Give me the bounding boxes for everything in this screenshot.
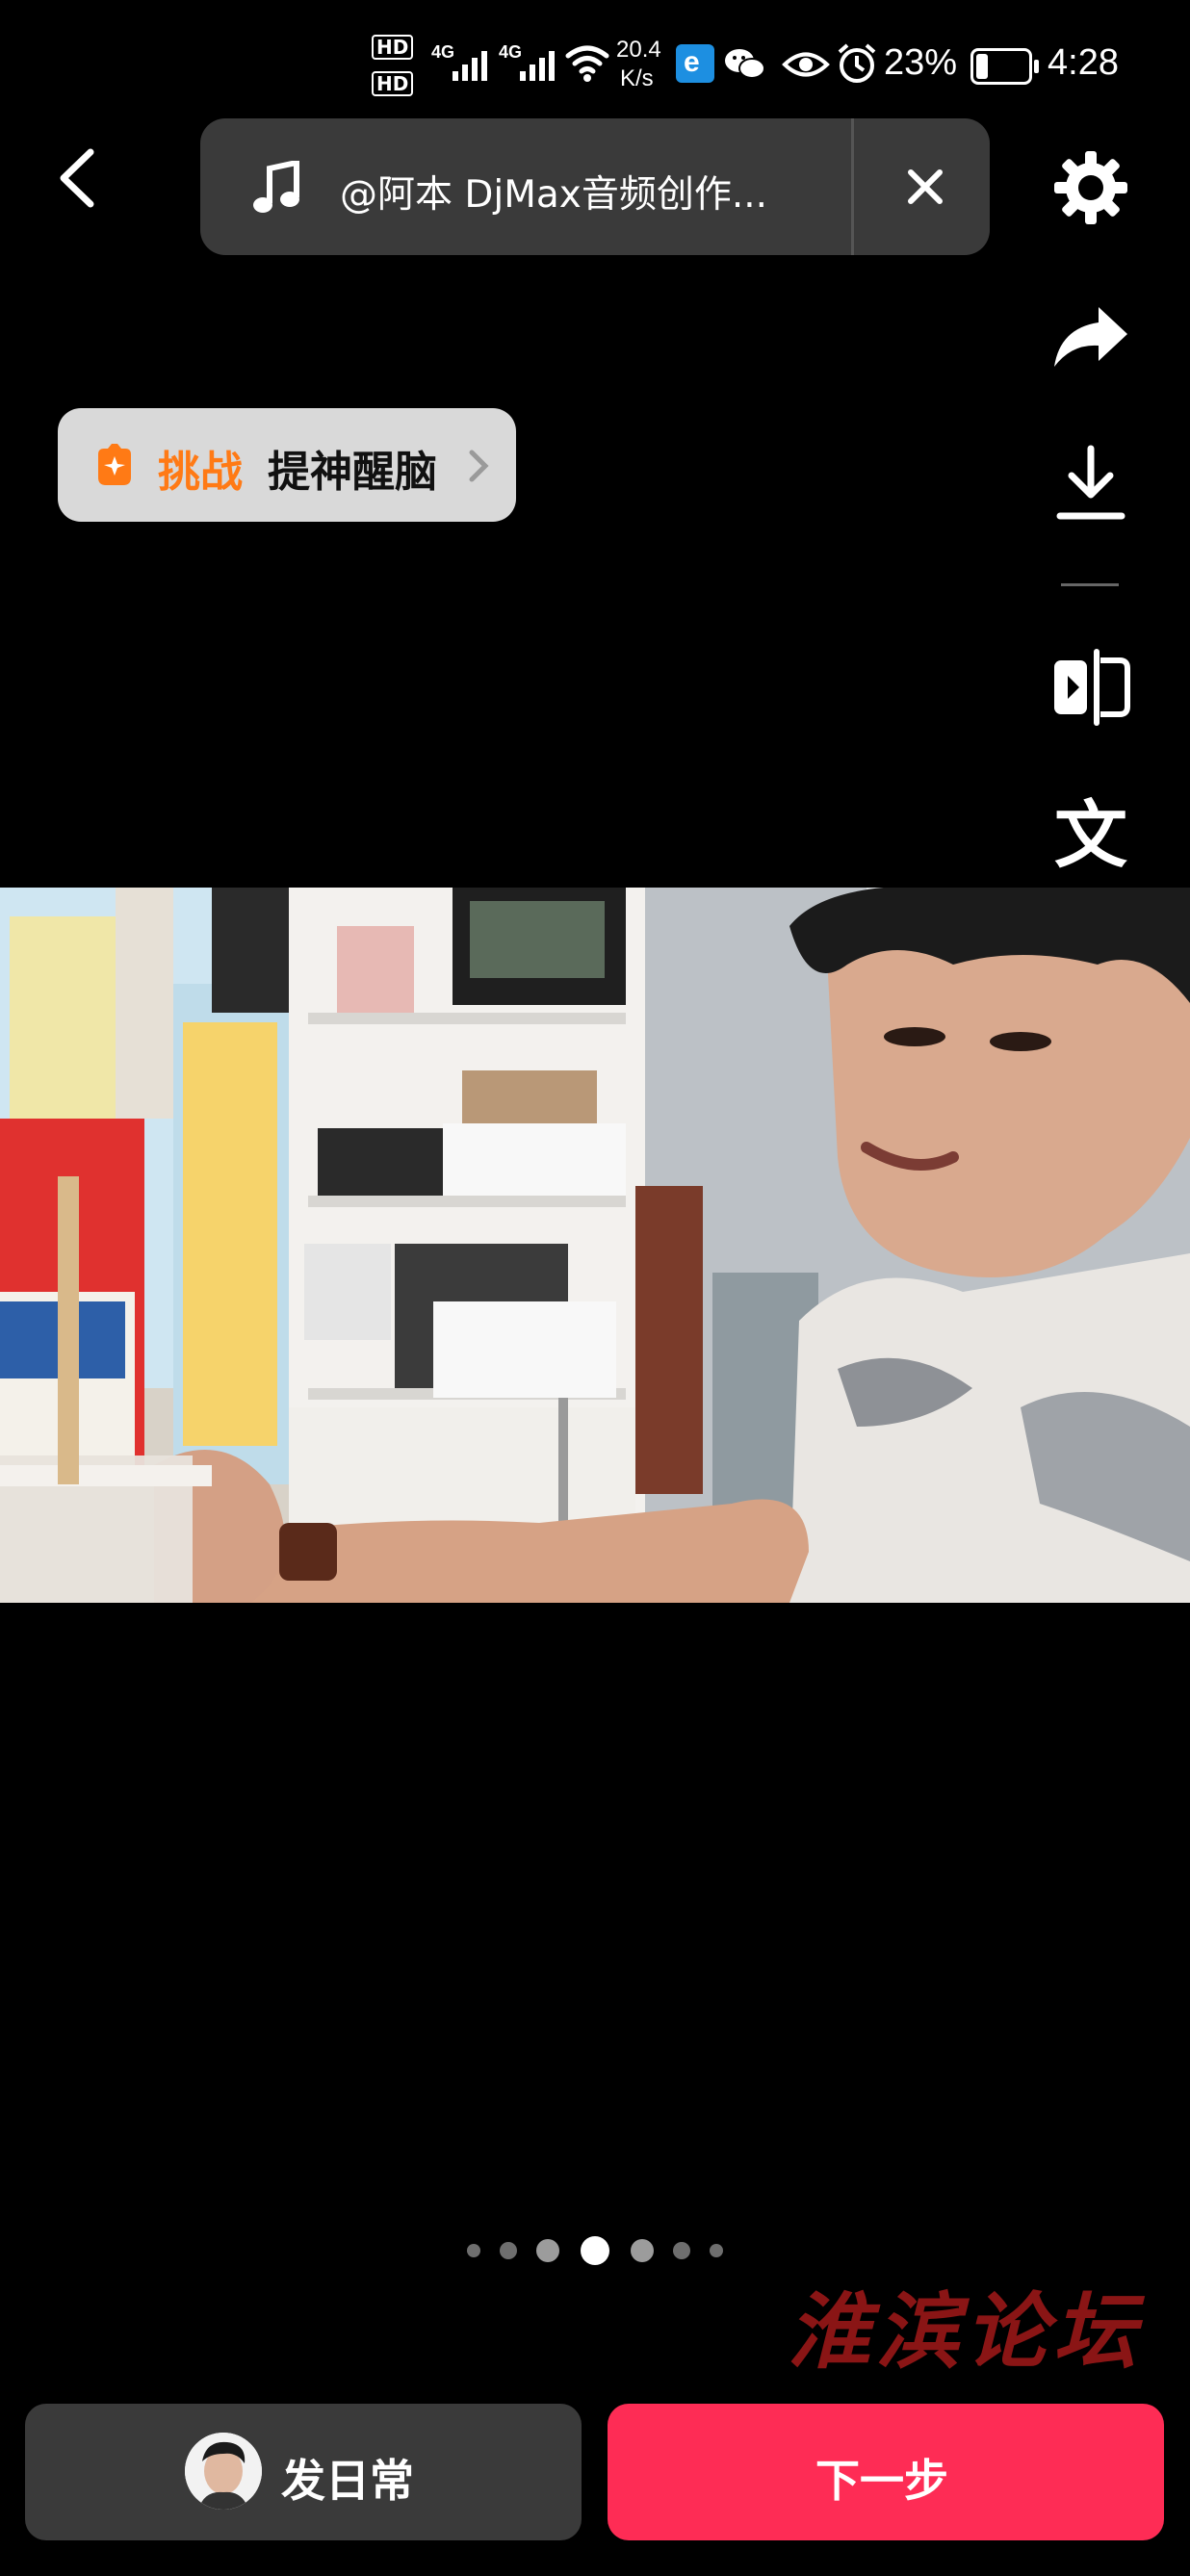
- battery-icon: [970, 48, 1039, 85]
- watermark-logo: 淮滨论坛: [788, 2283, 1142, 2381]
- chevron-right-icon: [469, 450, 489, 482]
- page-dot: [467, 2244, 480, 2257]
- page-dot: [710, 2244, 723, 2257]
- network-type-2: 4G: [499, 42, 523, 62]
- share-button[interactable]: [1049, 298, 1132, 375]
- close-icon[interactable]: [901, 163, 949, 211]
- flip-button[interactable]: [1049, 647, 1132, 728]
- clock: 4:28: [1048, 42, 1119, 83]
- hd-tag-2: HD: [372, 71, 414, 96]
- video-frame-image: [0, 888, 1190, 1603]
- gear-icon: [1054, 151, 1127, 224]
- post-daily-label: 发日常: [281, 2455, 414, 2507]
- app-notification-icon: e: [676, 44, 714, 83]
- avatar: [185, 2433, 262, 2510]
- flip-icon: [1054, 649, 1130, 726]
- challenge-icon: [98, 444, 131, 485]
- download-icon: [1056, 445, 1125, 520]
- pill-divider: [851, 118, 854, 255]
- hd-tag-1: HD: [372, 35, 414, 60]
- music-selector[interactable]: @阿本 DjMax音频创作...: [200, 118, 990, 255]
- back-icon[interactable]: [54, 144, 102, 212]
- battery-percent: 23%: [884, 42, 958, 83]
- next-step-label: 下一步: [815, 2455, 948, 2507]
- music-title: @阿本 DjMax音频创作...: [340, 173, 768, 217]
- page-dot: [536, 2239, 559, 2262]
- challenge-name: 提神醒脑: [268, 448, 437, 497]
- next-step-button[interactable]: 下一步: [608, 2404, 1164, 2540]
- text-button[interactable]: 文: [1049, 795, 1132, 876]
- post-daily-button[interactable]: 发日常: [25, 2404, 582, 2540]
- page-dot: [673, 2242, 690, 2259]
- download-button[interactable]: [1049, 445, 1132, 526]
- alarm-icon: [838, 43, 876, 83]
- wechat-icon: [725, 49, 765, 79]
- share-icon: [1054, 307, 1127, 367]
- challenge-prefix: 挑战: [158, 448, 243, 497]
- page-dot: [631, 2239, 654, 2262]
- text-icon: 文: [1054, 792, 1127, 878]
- challenge-chip[interactable]: 挑战 提神醒脑: [58, 408, 516, 522]
- net-speed-unit: K/s: [620, 65, 654, 91]
- music-note-icon: [253, 161, 299, 213]
- page-dot-active: [581, 2236, 609, 2265]
- status-bar: HD HD 4G 4G 20.4 K/s e 23% 4:28: [0, 0, 1190, 125]
- network-type-1: 4G: [431, 42, 455, 62]
- video-preview[interactable]: [0, 888, 1190, 1603]
- page-dot: [500, 2242, 517, 2259]
- signal-icon-2: [520, 46, 555, 81]
- net-speed-value: 20.4: [616, 37, 661, 63]
- wifi-icon: [565, 45, 609, 82]
- eye-icon: [782, 52, 830, 77]
- settings-button[interactable]: [1049, 144, 1132, 231]
- rail-divider: [1061, 583, 1119, 586]
- signal-icon-1: [453, 46, 487, 81]
